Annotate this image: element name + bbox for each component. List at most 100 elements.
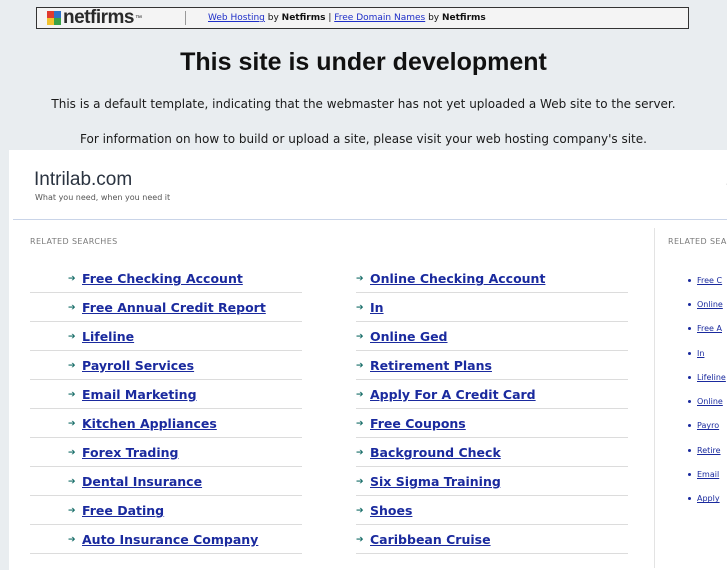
list-item: ➔ Auto Insurance Company <box>30 526 302 554</box>
side-related-searches: Free C Online Free A In Lifeline Online … <box>688 268 727 511</box>
related-searches-side-label: RELATED SEARCHES <box>668 237 727 246</box>
list-item: ➔ Background Check <box>356 439 628 467</box>
side-search-link[interactable]: Free C <box>697 276 722 285</box>
arrow-icon: ➔ <box>356 505 364 516</box>
arrow-icon: ➔ <box>68 447 76 458</box>
search-link[interactable]: Online Checking Account <box>370 271 545 286</box>
search-link[interactable]: Kitchen Appliances <box>82 416 217 431</box>
side-search-link[interactable]: Lifeline <box>697 373 726 382</box>
netfirms-logo-icon <box>47 11 61 25</box>
search-link[interactable]: Six Sigma Training <box>370 474 501 489</box>
list-item: Free C <box>688 268 727 292</box>
arrow-icon: ➔ <box>356 360 364 371</box>
list-item: ➔ Kitchen Appliances <box>30 410 302 438</box>
arrow-icon: ➔ <box>68 302 76 313</box>
arrow-icon: ➔ <box>68 476 76 487</box>
list-item: Email <box>688 462 727 486</box>
bullet-icon <box>688 302 691 306</box>
info-line-2: For information on how to build or uploa… <box>80 132 647 146</box>
bullet-icon <box>688 278 691 282</box>
search-link[interactable]: Payroll Services <box>82 358 194 373</box>
bullet-icon <box>688 448 691 452</box>
list-item: Lifeline <box>688 365 727 389</box>
arrow-icon: ➔ <box>356 302 364 313</box>
side-search-link[interactable]: Email <box>697 470 719 479</box>
search-link[interactable]: In <box>370 300 384 315</box>
list-item: In <box>688 341 727 365</box>
list-item: ➔ Forex Trading <box>30 439 302 467</box>
search-link[interactable]: Online Ged <box>370 329 448 344</box>
side-search-link[interactable]: Online <box>697 397 723 406</box>
side-search-link[interactable]: Retire <box>697 446 721 455</box>
search-link[interactable]: Free Checking Account <box>82 271 243 286</box>
banner-by-text-2: by <box>425 13 442 23</box>
bullet-icon <box>688 424 691 428</box>
list-item: ➔ Email Marketing <box>30 381 302 409</box>
bullet-icon <box>688 473 691 477</box>
netfirms-logo-text: netfirms <box>63 7 134 28</box>
list-item: Payro <box>688 414 727 438</box>
search-link[interactable]: Email Marketing <box>82 387 197 402</box>
search-link[interactable]: Free Dating <box>82 503 164 518</box>
side-search-link[interactable]: Free A <box>697 324 722 333</box>
arrow-icon: ➔ <box>68 331 76 342</box>
list-item: ➔ Payroll Services <box>30 352 302 380</box>
search-link[interactable]: Free Annual Credit Report <box>82 300 266 315</box>
side-search-link[interactable]: Payro <box>697 421 719 430</box>
search-link[interactable]: Free Coupons <box>370 416 466 431</box>
list-item: Apply <box>688 487 727 511</box>
page-headline: This site is under development <box>180 48 547 76</box>
domain-tagline: What you need, when you need it <box>35 193 171 202</box>
list-item: ➔ Apply For A Credit Card <box>356 381 628 409</box>
bullet-icon <box>688 327 691 331</box>
arrow-icon: ➔ <box>68 360 76 371</box>
domain-title[interactable]: Intrilab.com <box>34 169 132 191</box>
list-item: ➔ Online Checking Account <box>356 265 628 293</box>
search-link[interactable]: Lifeline <box>82 329 134 344</box>
list-item: ➔ Dental Insurance <box>30 468 302 496</box>
banner-separator: | <box>325 13 335 23</box>
bullet-icon <box>688 375 691 379</box>
arrow-icon: ➔ <box>356 418 364 429</box>
web-hosting-link[interactable]: Web Hosting <box>208 13 265 23</box>
list-item: Online <box>688 389 727 413</box>
search-column-2: ➔ Online Checking Account ➔ In ➔ Online Ged… <box>356 265 628 555</box>
arrow-icon: ➔ <box>68 389 76 400</box>
arrow-icon: ➔ <box>356 273 364 284</box>
list-item: Online <box>688 292 727 316</box>
list-item: ➔ In <box>356 294 628 322</box>
list-item: ➔ Free Checking Account <box>30 265 302 293</box>
search-link[interactable]: Background Check <box>370 445 501 460</box>
search-link[interactable]: Dental Insurance <box>82 474 202 489</box>
list-item: ➔ Retirement Plans <box>356 352 628 380</box>
side-search-link[interactable]: In <box>697 349 704 358</box>
list-item: ➔ Free Dating <box>30 497 302 525</box>
arrow-icon: ➔ <box>356 389 364 400</box>
related-searches-label: RELATED SEARCHES <box>30 237 118 246</box>
list-item: ➔ Online Ged <box>356 323 628 351</box>
bullet-icon <box>688 400 691 404</box>
side-search-link[interactable]: Apply <box>697 494 720 503</box>
arrow-icon: ➔ <box>356 534 364 545</box>
banner-links: Web Hosting by Netfirms | Free Domain Na… <box>208 13 486 23</box>
netfirms-banner: netfirms ™ Web Hosting by Netfirms | Free… <box>36 7 689 29</box>
search-column-1: ➔ Free Checking Account ➔ Free Annual Cred… <box>30 265 302 555</box>
bullet-icon <box>688 497 691 501</box>
arrow-icon: ➔ <box>356 447 364 458</box>
search-link[interactable]: Forex Trading <box>82 445 179 460</box>
list-item: ➔ Caribbean Cruise <box>356 526 628 554</box>
search-link[interactable]: Retirement Plans <box>370 358 492 373</box>
arrow-icon: ➔ <box>356 476 364 487</box>
netfirms-logo[interactable]: netfirms ™ <box>37 7 177 29</box>
banner-brand-text: Netfirms <box>281 13 326 23</box>
side-search-link[interactable]: Online <box>697 300 723 309</box>
list-item: ➔ Shoes <box>356 497 628 525</box>
search-link[interactable]: Shoes <box>370 503 412 518</box>
free-domain-names-link[interactable]: Free Domain Names <box>334 13 425 23</box>
banner-divider <box>185 11 186 25</box>
sidebar-divider <box>654 228 655 568</box>
list-item: ➔ Six Sigma Training <box>356 468 628 496</box>
list-item: ➔ Free Annual Credit Report <box>30 294 302 322</box>
list-item: Free A <box>688 317 727 341</box>
search-link[interactable]: Apply For A Credit Card <box>370 387 536 402</box>
